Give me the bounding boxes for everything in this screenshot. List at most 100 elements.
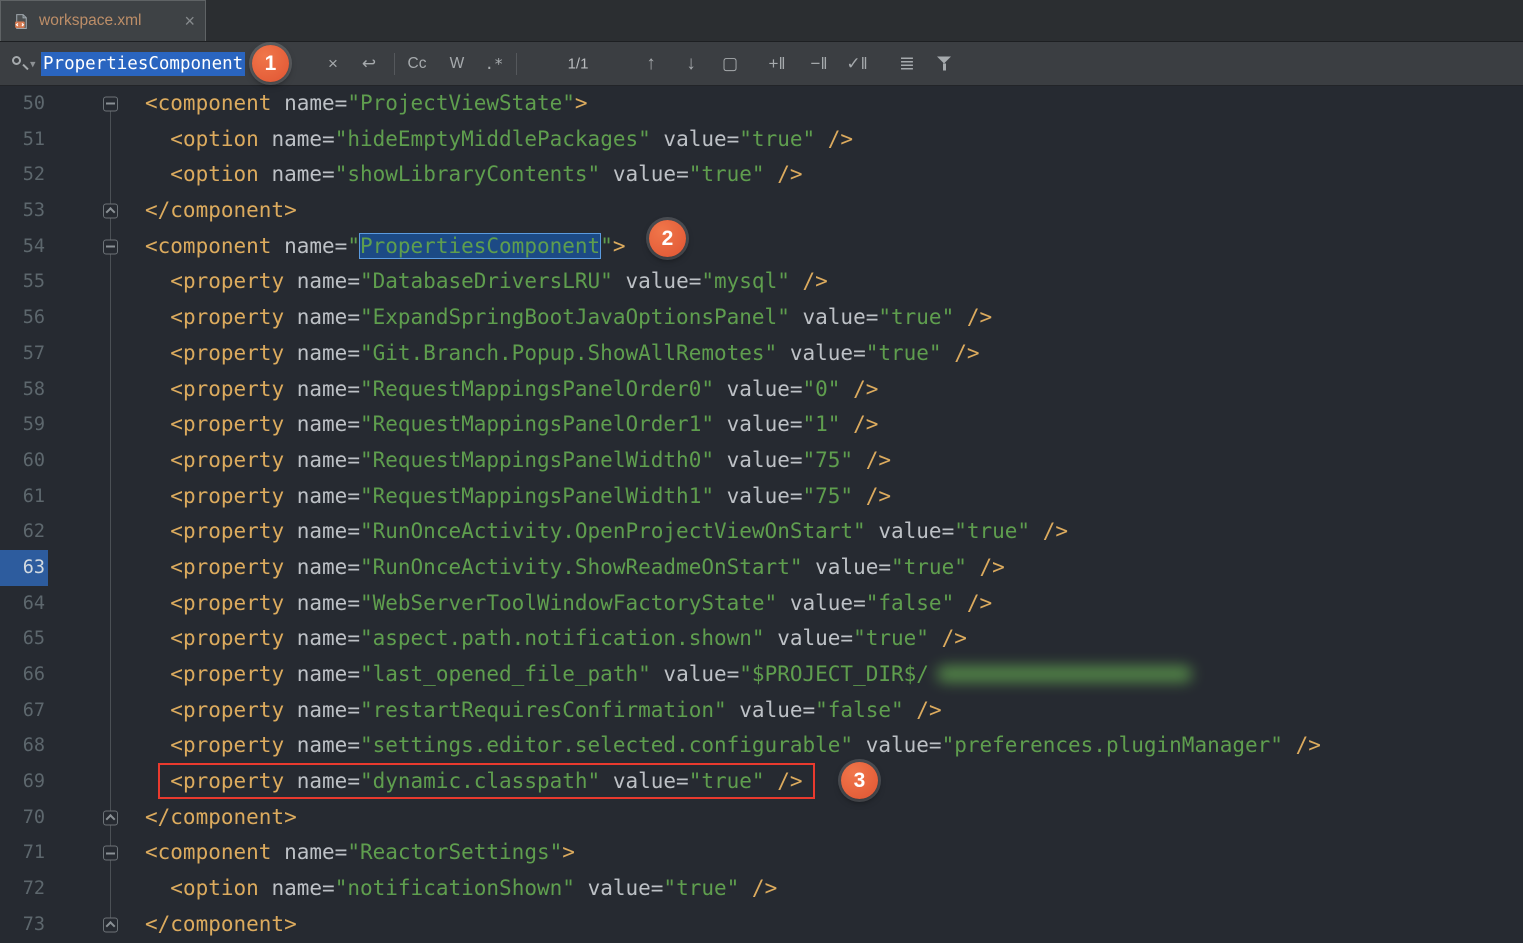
line-number[interactable]: 58 (0, 372, 48, 408)
code-line[interactable]: 52 <option name="showLibraryContents" va… (0, 157, 1523, 193)
code-line[interactable]: 53 </component> (0, 193, 1523, 229)
fold-column (48, 728, 145, 764)
fold-column (48, 764, 145, 800)
code-text: <option name="notificationShown" value="… (145, 871, 1523, 907)
line-number[interactable]: 73 (0, 907, 48, 943)
previous-occurrence-button[interactable]: ↑ (634, 53, 668, 75)
line-number[interactable]: 64 (0, 586, 48, 622)
code-line[interactable]: 65 <property name="aspect.path.notificat… (0, 621, 1523, 657)
code-line[interactable]: 59 <property name="RequestMappingsPanelO… (0, 407, 1523, 443)
search-icon[interactable] (12, 55, 30, 73)
clear-search-icon[interactable]: × (316, 54, 350, 74)
line-number[interactable]: 69 (0, 764, 48, 800)
code-text: <property name="restartRequiresConfirmat… (145, 693, 1523, 729)
code-line[interactable]: 61 <property name="RequestMappingsPanelW… (0, 479, 1523, 515)
code-text: <property name="last_opened_file_path" v… (145, 657, 1523, 693)
fold-start-icon[interactable] (103, 239, 118, 254)
fold-end-icon[interactable] (103, 917, 118, 932)
annotation-badge-2: 2 (649, 220, 686, 257)
code-line[interactable]: 57 <property name="Git.Branch.Popup.Show… (0, 336, 1523, 372)
line-number[interactable]: 67 (0, 693, 48, 729)
select-all-occurrences-icon[interactable]: ✓ǁ (840, 54, 874, 74)
code-line[interactable]: 58 <property name="RequestMappingsPanelO… (0, 372, 1523, 408)
match-case-toggle[interactable]: Cc (400, 55, 434, 73)
code-text: <property name="RequestMappingsPanelWidt… (145, 479, 1523, 515)
line-number[interactable]: 53 (0, 193, 48, 229)
code-text: <option name="showLibraryContents" value… (145, 157, 1523, 193)
code-line[interactable]: 67 <property name="restartRequiresConfir… (0, 693, 1523, 729)
line-number[interactable]: 61 (0, 479, 48, 515)
words-toggle[interactable]: W (440, 55, 474, 73)
line-number[interactable]: 59 (0, 407, 48, 443)
remove-selection-icon[interactable]: −ǁ (802, 54, 836, 74)
line-number[interactable]: 68 (0, 728, 48, 764)
line-number[interactable]: 66 (0, 657, 48, 693)
code-line[interactable]: 64 <property name="WebServerToolWindowFa… (0, 586, 1523, 622)
fold-column (48, 264, 145, 300)
line-number[interactable]: 50 (0, 86, 48, 122)
regex-toggle[interactable]: .* (477, 55, 511, 73)
search-history-chevron-icon[interactable]: ▾ (30, 57, 36, 70)
code-text: <property name="RequestMappingsPanelWidt… (145, 443, 1523, 479)
search-input[interactable]: PropertiesComponent (41, 52, 245, 76)
redacted-blur (937, 666, 1192, 682)
code-text: <property name="settings.editor.selected… (145, 728, 1523, 764)
fold-column (48, 514, 145, 550)
line-number[interactable]: 62 (0, 514, 48, 550)
code-text: <property name="WebServerToolWindowFacto… (145, 586, 1523, 622)
code-text: <component name="PropertiesComponent"> (145, 229, 1523, 265)
line-number[interactable]: 72 (0, 871, 48, 907)
tab-workspace-xml[interactable]: workspace.xml × (0, 0, 206, 41)
line-number[interactable]: 56 (0, 300, 48, 336)
fold-start-icon[interactable] (103, 96, 118, 111)
code-line[interactable]: 51 <option name="hideEmptyMiddlePackages… (0, 122, 1523, 158)
code-text: <property name="Git.Branch.Popup.ShowAll… (145, 336, 1523, 372)
fold-column (48, 479, 145, 515)
code-line[interactable]: 60 <property name="RequestMappingsPanelW… (0, 443, 1523, 479)
code-line[interactable]: 63 <property name="RunOnceActivity.ShowR… (0, 550, 1523, 586)
code-line[interactable]: 73 </component> (0, 907, 1523, 943)
toolbar-divider (516, 53, 517, 75)
line-number[interactable]: 57 (0, 336, 48, 372)
code-text: </component> (145, 193, 1523, 229)
code-line[interactable]: 69 <property name="dynamic.classpath" va… (0, 764, 1523, 800)
code-text: <property name="RunOnceActivity.ShowRead… (145, 550, 1523, 586)
code-line[interactable]: 54 <component name="PropertiesComponent"> (0, 229, 1523, 265)
line-number[interactable]: 70 (0, 800, 48, 836)
line-number[interactable]: 54 (0, 229, 48, 265)
fold-column (48, 336, 145, 372)
line-number[interactable]: 60 (0, 443, 48, 479)
line-number[interactable]: 52 (0, 157, 48, 193)
filter-icon[interactable] (936, 56, 952, 71)
code-line[interactable]: 68 <property name="settings.editor.selec… (0, 728, 1523, 764)
multiline-search-icon[interactable]: ↩ (352, 54, 386, 74)
code-line[interactable]: 71<component name="ReactorSettings"> (0, 835, 1523, 871)
xml-file-icon (13, 13, 30, 30)
code-editor[interactable]: 50<component name="ProjectViewState">51 … (0, 86, 1523, 943)
code-line[interactable]: 56 <property name="ExpandSpringBootJavaO… (0, 300, 1523, 336)
line-number[interactable]: 63 (0, 550, 48, 586)
code-line[interactable]: 66 <property name="last_opened_file_path… (0, 657, 1523, 693)
code-line[interactable]: 55 <property name="DatabaseDriversLRU" v… (0, 264, 1523, 300)
close-tab-icon[interactable]: × (184, 12, 195, 30)
open-results-in-find-window-icon[interactable]: ▢ (713, 54, 747, 74)
line-number[interactable]: 51 (0, 122, 48, 158)
code-line[interactable]: 72 <option name="notificationShown" valu… (0, 871, 1523, 907)
line-number[interactable]: 71 (0, 835, 48, 871)
search-results-count: 1/1 (548, 55, 608, 72)
add-selection-icon[interactable]: +ǁ (760, 54, 794, 74)
code-line[interactable]: 50<component name="ProjectViewState"> (0, 86, 1523, 122)
line-number[interactable]: 55 (0, 264, 48, 300)
code-line[interactable]: 62 <property name="RunOnceActivity.OpenP… (0, 514, 1523, 550)
fold-start-icon[interactable] (103, 846, 118, 861)
annotation-badge-1: 1 (252, 45, 289, 82)
code-text: <property name="RequestMappingsPanelOrde… (145, 407, 1523, 443)
fold-end-icon[interactable] (103, 203, 118, 218)
line-number[interactable]: 65 (0, 621, 48, 657)
structure-view-icon[interactable]: ≣ (890, 52, 924, 75)
code-line[interactable]: 70</component> (0, 800, 1523, 836)
next-occurrence-button[interactable]: ↓ (674, 53, 708, 75)
code-text: </component> (145, 907, 1523, 943)
fold-column (48, 621, 145, 657)
fold-end-icon[interactable] (103, 810, 118, 825)
